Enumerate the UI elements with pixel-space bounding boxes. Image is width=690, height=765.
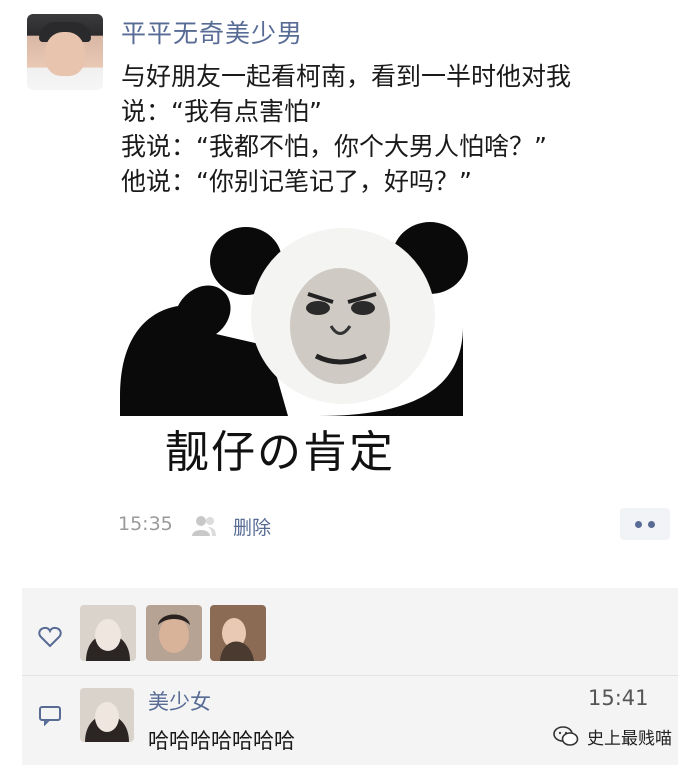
watermark: 史上最贱喵	[553, 722, 672, 750]
post-text-line: 我说：“我都不怕，你个大男人怕啥？”	[121, 132, 547, 161]
comment-bubble-icon	[39, 706, 61, 726]
divider	[22, 675, 678, 676]
post-author-name[interactable]: 平平无奇美少男	[121, 14, 303, 50]
liker-avatar-image	[210, 605, 266, 661]
comment-author-avatar-image	[80, 688, 134, 742]
post-text-line: 他说：“你别记笔记了，好吗？”	[121, 167, 472, 196]
comment-time: 15:41	[588, 686, 649, 710]
avatar-face	[45, 32, 85, 76]
more-button[interactable]	[620, 508, 670, 540]
liker-avatar-image	[146, 605, 202, 661]
meme-caption: 靓仔の肯定	[165, 427, 395, 478]
meme-image[interactable]: 靓仔の肯定	[118, 216, 473, 488]
comment-author-name[interactable]: 美少女	[148, 686, 211, 716]
more-dots-icon	[635, 521, 642, 528]
people-icon	[192, 516, 216, 536]
liker-avatar[interactable]	[210, 605, 266, 661]
post-time: 15:35	[118, 513, 173, 535]
comment-author-avatar[interactable]	[80, 688, 134, 742]
heart-outline-icon	[38, 626, 62, 648]
post-text: 与好朋友一起看柯南，看到一半时他对我 说：“我有点害怕” 我说：“我都不怕，你个…	[121, 59, 666, 199]
post-text-line: 与好朋友一起看柯南，看到一半时他对我	[121, 62, 572, 91]
post-text-line: 说：“我有点害怕”	[121, 97, 322, 126]
wechat-logo-icon	[553, 726, 579, 746]
liker-avatar-image	[80, 605, 136, 661]
liker-avatar[interactable]	[146, 605, 202, 661]
more-dots-icon	[648, 521, 655, 528]
watermark-text: 史上最贱喵	[587, 728, 672, 749]
post-author-avatar[interactable]	[27, 14, 103, 90]
liker-avatar[interactable]	[80, 605, 136, 661]
comment-text[interactable]: 哈哈哈哈哈哈哈	[148, 725, 295, 755]
delete-button[interactable]: 删除	[233, 513, 271, 540]
